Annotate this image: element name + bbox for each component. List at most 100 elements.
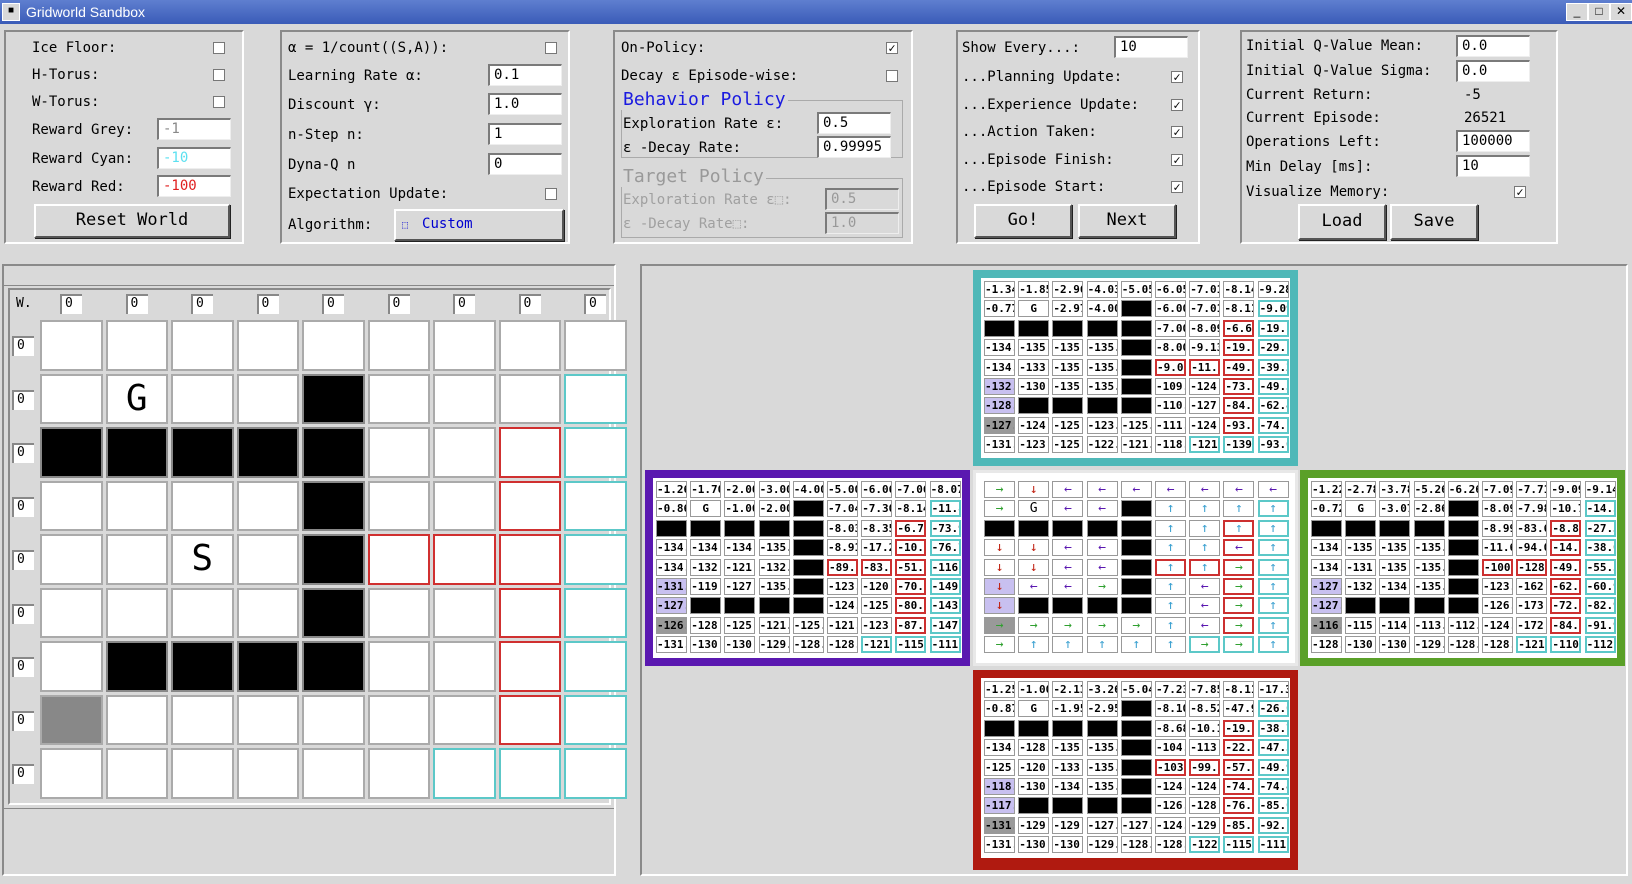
column-counter[interactable]: 0 xyxy=(60,294,82,314)
grid-cell[interactable] xyxy=(433,694,496,745)
grid-cell[interactable] xyxy=(433,641,496,692)
reset-world-button[interactable]: Reset World xyxy=(34,204,230,238)
episode-start-checkbox[interactable]: ✓ xyxy=(1171,181,1183,193)
grid-cell[interactable] xyxy=(105,534,168,585)
start-cell[interactable]: S xyxy=(171,534,234,585)
grid-cell[interactable] xyxy=(171,373,234,424)
grid-cell[interactable] xyxy=(105,480,168,531)
grid-cell[interactable] xyxy=(236,534,299,585)
grid-cell[interactable] xyxy=(498,320,561,371)
red-cell[interactable] xyxy=(498,480,561,531)
grid-cell[interactable] xyxy=(236,480,299,531)
wall-cell[interactable] xyxy=(236,641,299,692)
h-torus-checkbox[interactable] xyxy=(213,69,225,81)
wall-cell[interactable] xyxy=(302,534,365,585)
grid-cell[interactable] xyxy=(367,641,430,692)
visualize-memory-checkbox[interactable]: ✓ xyxy=(1514,186,1526,198)
action-taken-checkbox[interactable]: ✓ xyxy=(1171,126,1183,138)
go-button[interactable]: Go! xyxy=(974,204,1072,238)
grid-cell[interactable] xyxy=(367,748,430,799)
row-counter[interactable]: 0 xyxy=(12,764,34,784)
grid-cell[interactable] xyxy=(171,694,234,745)
row-counter[interactable]: 0 xyxy=(12,603,34,624)
behavior-exploration-field[interactable]: 0.5 xyxy=(817,112,891,134)
wall-cell[interactable] xyxy=(171,427,234,478)
cyan-cell[interactable] xyxy=(564,694,627,745)
experience-update-checkbox[interactable]: ✓ xyxy=(1171,99,1183,111)
red-cell[interactable] xyxy=(498,534,561,585)
grid-cell[interactable] xyxy=(40,587,103,638)
grid-cell[interactable] xyxy=(433,587,496,638)
red-cell[interactable] xyxy=(498,427,561,478)
cyan-cell[interactable] xyxy=(564,641,627,692)
system-menu-icon[interactable]: ■ xyxy=(2,3,20,21)
red-cell[interactable] xyxy=(498,641,561,692)
red-cell[interactable] xyxy=(367,534,430,585)
wall-cell[interactable] xyxy=(40,427,103,478)
grid-cell[interactable] xyxy=(171,748,234,799)
grey-cell[interactable] xyxy=(40,694,103,745)
row-counter[interactable]: 0 xyxy=(12,657,34,677)
row-counter[interactable]: 0 xyxy=(12,443,34,463)
wall-cell[interactable] xyxy=(105,427,168,478)
grid-cell[interactable] xyxy=(367,320,430,371)
discount-field[interactable]: 1.0 xyxy=(488,93,562,115)
expectation-update-checkbox[interactable] xyxy=(545,188,557,200)
grid-cell[interactable] xyxy=(564,320,627,371)
grid-cell[interactable] xyxy=(236,373,299,424)
column-counter[interactable]: 0 xyxy=(125,294,148,314)
red-cell[interactable] xyxy=(433,534,496,585)
grid-cell[interactable] xyxy=(433,427,496,478)
grid-cell[interactable] xyxy=(236,694,299,745)
n-step-field[interactable]: 1 xyxy=(488,123,562,145)
grid-cell[interactable] xyxy=(236,320,299,371)
column-counter[interactable]: 0 xyxy=(387,294,410,314)
grid-cell[interactable] xyxy=(105,320,168,371)
grid-cell[interactable] xyxy=(433,480,496,531)
grid-cell[interactable] xyxy=(105,748,168,799)
grid-cell[interactable] xyxy=(40,320,103,371)
cyan-cell[interactable] xyxy=(564,373,627,424)
on-policy-checkbox[interactable]: ✓ xyxy=(886,42,898,54)
column-counter[interactable]: 0 xyxy=(256,294,279,314)
min-delay-field[interactable]: 10 xyxy=(1456,155,1530,177)
decay-episode-checkbox[interactable] xyxy=(886,70,898,82)
row-counter[interactable]: 0 xyxy=(12,710,34,731)
load-button[interactable]: Load xyxy=(1298,204,1386,240)
grid-cell[interactable] xyxy=(171,320,234,371)
reward-cyan-field[interactable]: -10 xyxy=(157,147,231,169)
next-button[interactable]: Next xyxy=(1078,204,1176,238)
wall-cell[interactable] xyxy=(302,427,365,478)
grid-cell[interactable] xyxy=(105,694,168,745)
wall-cell[interactable] xyxy=(171,641,234,692)
grid-cell[interactable] xyxy=(40,534,103,585)
column-counter[interactable]: 0 xyxy=(518,294,541,314)
row-counter[interactable]: 0 xyxy=(12,389,34,410)
goal-cell[interactable]: G xyxy=(105,373,168,424)
wall-cell[interactable] xyxy=(302,480,365,531)
cyan-cell[interactable] xyxy=(498,748,561,799)
grid-cell[interactable] xyxy=(367,480,430,531)
wall-cell[interactable] xyxy=(236,427,299,478)
wall-cell[interactable] xyxy=(302,373,365,424)
grid-cell[interactable] xyxy=(302,748,365,799)
maximize-icon[interactable]: □ xyxy=(1588,3,1610,21)
behavior-decay-field[interactable]: 0.99995 xyxy=(817,136,891,158)
save-button[interactable]: Save xyxy=(1390,204,1478,240)
grid-cell[interactable] xyxy=(367,373,430,424)
grid-cell[interactable] xyxy=(302,320,365,371)
grid-cell[interactable] xyxy=(40,480,103,531)
grid-cell[interactable] xyxy=(367,694,430,745)
column-counter[interactable]: 0 xyxy=(453,294,475,314)
grid-cell[interactable] xyxy=(367,427,430,478)
cyan-cell[interactable] xyxy=(564,427,627,478)
dyna-q-field[interactable]: 0 xyxy=(488,153,562,175)
wall-cell[interactable] xyxy=(302,641,365,692)
cyan-cell[interactable] xyxy=(564,587,627,638)
grid-cell[interactable] xyxy=(40,641,103,692)
close-icon[interactable]: ✕ xyxy=(1610,3,1632,21)
red-cell[interactable] xyxy=(498,587,561,638)
grid-cell[interactable] xyxy=(40,373,103,424)
alpha-count-checkbox[interactable] xyxy=(545,42,557,54)
grid-cell[interactable] xyxy=(433,320,496,371)
